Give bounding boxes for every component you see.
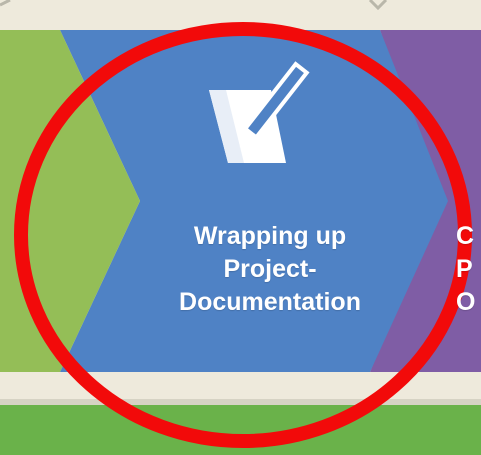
step-blue-label: Wrapping up Project- Documentation: [120, 220, 420, 319]
step-purple-label-line-3: O: [456, 288, 476, 316]
step-purple-label-line-2: P: [456, 255, 473, 283]
top-divider: [0, 0, 388, 11]
step-blue-label-line-3: Documentation: [179, 288, 361, 316]
step-purple-label-line-1: C: [456, 222, 475, 250]
step-purple-label: C P O: [456, 220, 481, 319]
footer-edge: [0, 399, 481, 405]
step-blue-label-line-1: Wrapping up: [193, 222, 347, 250]
step-blue-label-line-2: Project-: [223, 255, 317, 283]
